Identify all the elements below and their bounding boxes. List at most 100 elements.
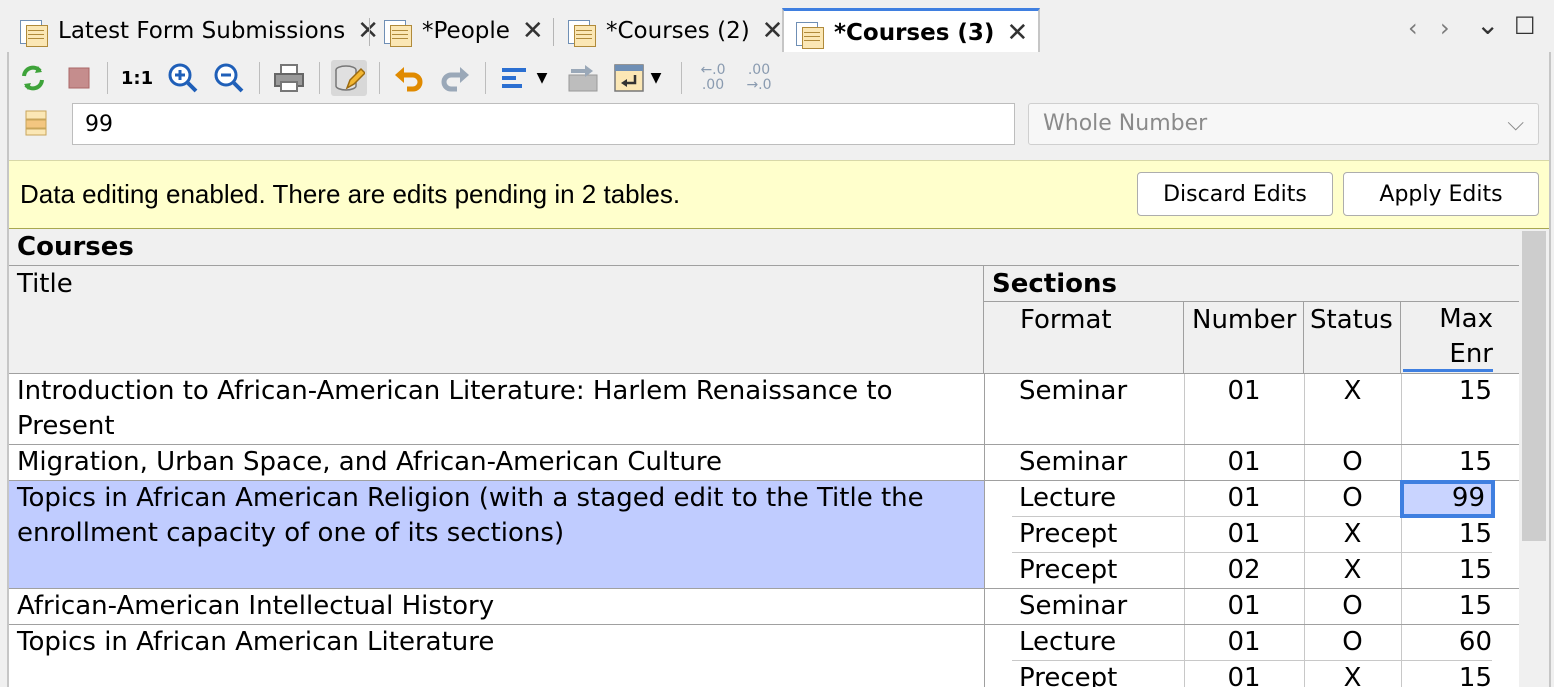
column-header-title[interactable]: Title	[9, 266, 984, 374]
edit-status-banner: Data editing enabled. There are edits pe…	[9, 160, 1549, 230]
increase-decimals-button[interactable]: ←.0 .00	[691, 60, 735, 96]
zoom-out-icon	[214, 63, 244, 93]
text-wrap-button[interactable]	[611, 60, 647, 96]
section-max-enr-cell[interactable]: 15	[1401, 445, 1492, 480]
table-document-icon	[18, 16, 48, 47]
undo-button[interactable]	[391, 60, 427, 96]
zoom-out-button[interactable]	[211, 60, 247, 96]
edit-data-toggle[interactable]	[331, 60, 367, 96]
value-type-placeholder: Whole Number	[1043, 111, 1208, 136]
section-format-cell[interactable]: Seminar	[1019, 374, 1127, 409]
zoom-in-icon	[168, 63, 198, 93]
section-number-cell[interactable]: 02	[1184, 553, 1304, 588]
refresh-icon	[22, 65, 44, 91]
wrap-dropdown-icon[interactable]: ▼	[645, 60, 667, 96]
value-type-select[interactable]: Whole Number ⌵	[1028, 103, 1539, 145]
stop-button[interactable]	[61, 60, 97, 96]
section-number-cell[interactable]: 01	[1184, 589, 1304, 624]
align-left-icon	[502, 68, 526, 88]
align-dropdown-icon[interactable]: ▼	[531, 60, 553, 96]
cell-value-input[interactable]: 99	[72, 103, 1015, 145]
apply-edits-button[interactable]: Apply Edits	[1343, 172, 1539, 216]
scroll-tabs-right-icon[interactable]: ›	[1440, 14, 1450, 42]
cell-type-icon	[23, 108, 49, 142]
toolbar: 1:1 ▼ ▼ ←.0 .00 .00 →.0	[9, 52, 1549, 102]
zoom-reset-button[interactable]: 1:1	[119, 60, 155, 96]
scrollbar-thumb[interactable]	[1522, 231, 1546, 541]
scroll-tabs-left-icon[interactable]: ‹	[1408, 14, 1418, 42]
tab-courses-2[interactable]: *Courses (2) ✕	[566, 10, 783, 52]
refresh-button[interactable]	[15, 60, 51, 96]
column-header-max-enr[interactable]: Max Enr	[1401, 302, 1520, 374]
section-format-cell[interactable]: Precept	[1019, 517, 1117, 552]
section-status-cell[interactable]: O	[1304, 589, 1401, 624]
close-tab-icon[interactable]: ✕	[762, 16, 784, 46]
section-status-cell[interactable]: O	[1304, 445, 1401, 480]
tab-divider	[369, 18, 370, 46]
column-header-format[interactable]: Format	[984, 302, 1184, 374]
toolbar-separator	[681, 62, 682, 94]
course-title-cell[interactable]: Topics in African American Literature	[17, 625, 494, 660]
section-number-cell[interactable]: 01	[1184, 517, 1304, 552]
banner-message: Data editing enabled. There are edits pe…	[20, 179, 681, 209]
close-tab-icon[interactable]: ✕	[1006, 18, 1028, 48]
wrap-columns-button[interactable]	[565, 60, 601, 96]
discard-edits-button[interactable]: Discard Edits	[1137, 172, 1333, 216]
section-max-enr-cell-edited[interactable]: 99	[1401, 481, 1485, 516]
section-status-cell[interactable]: X	[1304, 553, 1401, 588]
section-number-cell[interactable]: 01	[1184, 661, 1304, 687]
column-header-status[interactable]: Status	[1304, 302, 1401, 374]
table-header-courses: Courses	[9, 229, 1520, 266]
section-format-cell[interactable]: Seminar	[1019, 445, 1127, 480]
close-tab-icon[interactable]: ✕	[522, 16, 544, 46]
course-title-cell[interactable]: Topics in African American Religion (wit…	[17, 481, 977, 551]
course-title-cell[interactable]: African-American Intellectual History	[17, 589, 494, 624]
align-button[interactable]	[497, 60, 533, 96]
section-max-enr-cell[interactable]: 15	[1401, 517, 1492, 552]
tab-people[interactable]: *People ✕	[382, 10, 544, 52]
section-max-enr-cell[interactable]: 60	[1401, 625, 1492, 660]
section-status-cell[interactable]: X	[1304, 517, 1401, 552]
decrease-decimals-button[interactable]: .00 →.0	[737, 60, 781, 96]
redo-icon	[441, 67, 469, 92]
section-format-cell[interactable]: Precept	[1019, 553, 1117, 588]
column-divider	[984, 374, 985, 687]
section-max-enr-cell[interactable]: 15	[1401, 661, 1492, 687]
section-format-cell[interactable]: Lecture	[1019, 625, 1116, 660]
print-button[interactable]	[271, 60, 307, 96]
section-status-cell[interactable]: X	[1304, 661, 1401, 687]
tab-divider	[553, 18, 554, 46]
section-number-cell[interactable]: 01	[1184, 445, 1304, 480]
section-status-cell[interactable]: O	[1304, 481, 1401, 516]
zoom-in-button[interactable]	[165, 60, 201, 96]
chevron-down-icon: ⌵	[1507, 111, 1524, 136]
section-format-cell[interactable]: Precept	[1019, 661, 1117, 687]
section-format-cell[interactable]: Seminar	[1019, 589, 1127, 624]
section-format-cell[interactable]: Lecture	[1019, 481, 1116, 516]
undo-icon	[395, 67, 423, 92]
section-number-cell[interactable]: 01	[1184, 374, 1304, 409]
section-status-cell[interactable]: O	[1304, 625, 1401, 660]
course-title-cell[interactable]: Migration, Urban Space, and African-Amer…	[17, 445, 722, 480]
section-number-cell[interactable]: 01	[1184, 481, 1304, 516]
section-number-cell[interactable]: 01	[1184, 625, 1304, 660]
toolbar-separator	[485, 62, 486, 94]
stop-icon	[68, 67, 90, 89]
text-wrap-icon	[614, 64, 644, 92]
tab-courses-3[interactable]: *Courses (3) ✕	[782, 8, 1041, 55]
section-max-enr-cell[interactable]: 15	[1401, 589, 1492, 624]
column-header-sections: Sections	[984, 266, 1520, 302]
section-max-enr-cell[interactable]: 15	[1401, 553, 1492, 588]
section-max-enr-cell[interactable]: 15	[1401, 374, 1492, 409]
section-status-cell[interactable]: X	[1304, 374, 1401, 409]
redo-button[interactable]	[437, 60, 473, 96]
tab-list-menu-icon[interactable]: ⌄	[1476, 8, 1499, 41]
column-header-number[interactable]: Number	[1184, 302, 1304, 374]
toolbar-separator	[259, 62, 260, 94]
tab-latest-form-submissions[interactable]: Latest Form Submissions ✕	[18, 10, 379, 52]
maximize-icon[interactable]: ☐	[1514, 12, 1536, 40]
tab-label: *People	[422, 18, 510, 44]
data-grid: Courses Title Sections Format Number Sta…	[9, 229, 1549, 687]
formula-row: 99 Whole Number ⌵	[9, 102, 1549, 156]
course-title-cell[interactable]: Introduction to African-American Literat…	[17, 374, 977, 444]
